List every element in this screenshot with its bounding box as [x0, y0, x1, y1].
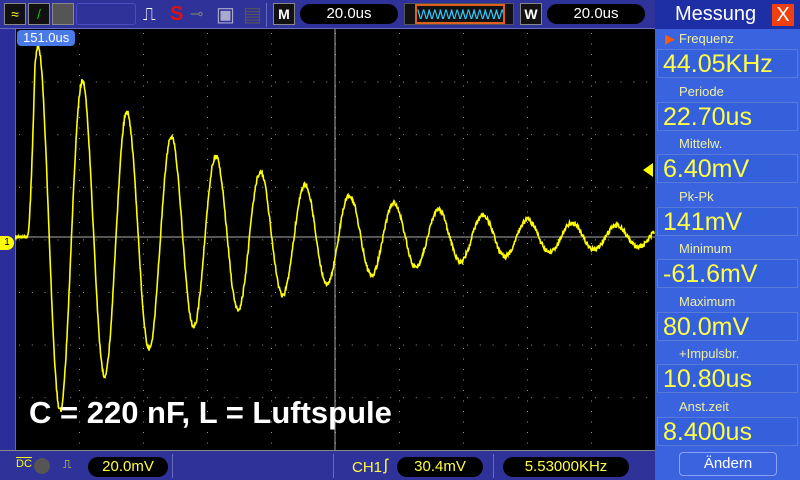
- empty-slot: [76, 3, 136, 25]
- measurement-label: Minimum: [655, 239, 800, 259]
- w-button[interactable]: W: [520, 3, 542, 25]
- measurement-panel: Messung X ▶ Frequenz 44.05KHz Periode 22.70u…: [655, 0, 800, 480]
- measurement-value: -61.6mV: [657, 259, 798, 288]
- measurement-item[interactable]: ▶ Frequenz 44.05KHz: [655, 29, 800, 82]
- selected-arrow-icon: ▶: [665, 29, 675, 49]
- measurement-label: Pk-Pk: [655, 187, 800, 207]
- waveform-display: 151.0us C = 220 nF, L = Luftspule: [15, 29, 655, 450]
- measurement-item[interactable]: Periode 22.70us: [655, 82, 800, 135]
- channels-icon[interactable]: ≈: [4, 3, 26, 25]
- display-icon[interactable]: [52, 3, 74, 25]
- change-button[interactable]: Ändern: [679, 452, 777, 476]
- graticule: [15, 29, 655, 450]
- measurement-value: 22.70us: [657, 102, 798, 131]
- measurement-item[interactable]: Minimum -61.6mV: [655, 239, 800, 292]
- measurement-label: Anst.zeit: [655, 397, 800, 417]
- channel-scale[interactable]: 20.0mV: [88, 457, 168, 477]
- measurement-label: +Impulsbr.: [655, 344, 800, 364]
- memory-position-bar[interactable]: WWWWWWWW: [404, 3, 514, 25]
- toolbar: ≈ / ⎍ S ⊸ ▣ ▤ M 20.0us WWWWWWWW W 20.0us: [0, 0, 655, 29]
- measurement-item[interactable]: Maximum 80.0mV: [655, 292, 800, 345]
- trigger-source[interactable]: CH1: [352, 459, 382, 476]
- panel-title: Messung: [675, 3, 756, 25]
- measurement-label: Maximum: [655, 292, 800, 312]
- measurement-value: 80.0mV: [657, 312, 798, 341]
- s-icon[interactable]: S: [170, 3, 183, 26]
- measurement-value: 141mV: [657, 207, 798, 236]
- measurement-item[interactable]: Anst.zeit 8.400us: [655, 397, 800, 450]
- measurement-value: 10.80us: [657, 364, 798, 393]
- trigger-level[interactable]: 30.4mV: [397, 457, 483, 477]
- annotation-text: C = 220 nF, L = Luftspule: [29, 395, 392, 431]
- measurement-label: Periode: [655, 82, 800, 102]
- window-indicator[interactable]: WWWWWWWW: [415, 4, 505, 24]
- cursor-line-icon[interactable]: /: [28, 3, 50, 25]
- print-icon: ▤: [243, 2, 262, 27]
- trigger-frequency: 5.53000KHz: [503, 457, 629, 477]
- status-bar: DC ⎍ 20.0mV CH1 ʃ 30.4mV 5.53000KHz: [0, 450, 655, 480]
- window-timebase-display[interactable]: 20.0us: [547, 4, 645, 24]
- pulse-icon[interactable]: ⎍: [143, 4, 156, 25]
- measurement-item[interactable]: Mittelw. 6.40mV: [655, 134, 800, 187]
- m-button[interactable]: M: [273, 3, 295, 25]
- timebase-display[interactable]: 20.0us: [300, 4, 398, 24]
- panel-header: Messung X: [655, 0, 800, 29]
- bandwidth-limit-icon: [34, 458, 50, 474]
- measurement-value: 44.05KHz: [657, 49, 798, 78]
- measurement-item[interactable]: Pk-Pk 141mV: [655, 187, 800, 240]
- save-icon[interactable]: ▣: [216, 2, 235, 27]
- measurement-value: 8.400us: [657, 417, 798, 446]
- measurement-label: Mittelw.: [655, 134, 800, 154]
- close-icon[interactable]: X: [772, 4, 794, 26]
- trigger-level-marker[interactable]: [643, 163, 653, 177]
- key-icon: ⊸: [190, 4, 203, 24]
- rising-edge-icon: ʃ: [384, 457, 388, 475]
- measurement-label: ▶ Frequenz: [655, 29, 800, 49]
- probe-icon: ⎍: [63, 457, 71, 472]
- cursor-time-label[interactable]: 151.0us: [17, 30, 75, 46]
- measurement-value: 6.40mV: [657, 154, 798, 183]
- channel-1-marker[interactable]: 1: [0, 236, 14, 250]
- measurement-item[interactable]: +Impulsbr. 10.80us: [655, 344, 800, 397]
- coupling-label[interactable]: DC: [16, 458, 32, 470]
